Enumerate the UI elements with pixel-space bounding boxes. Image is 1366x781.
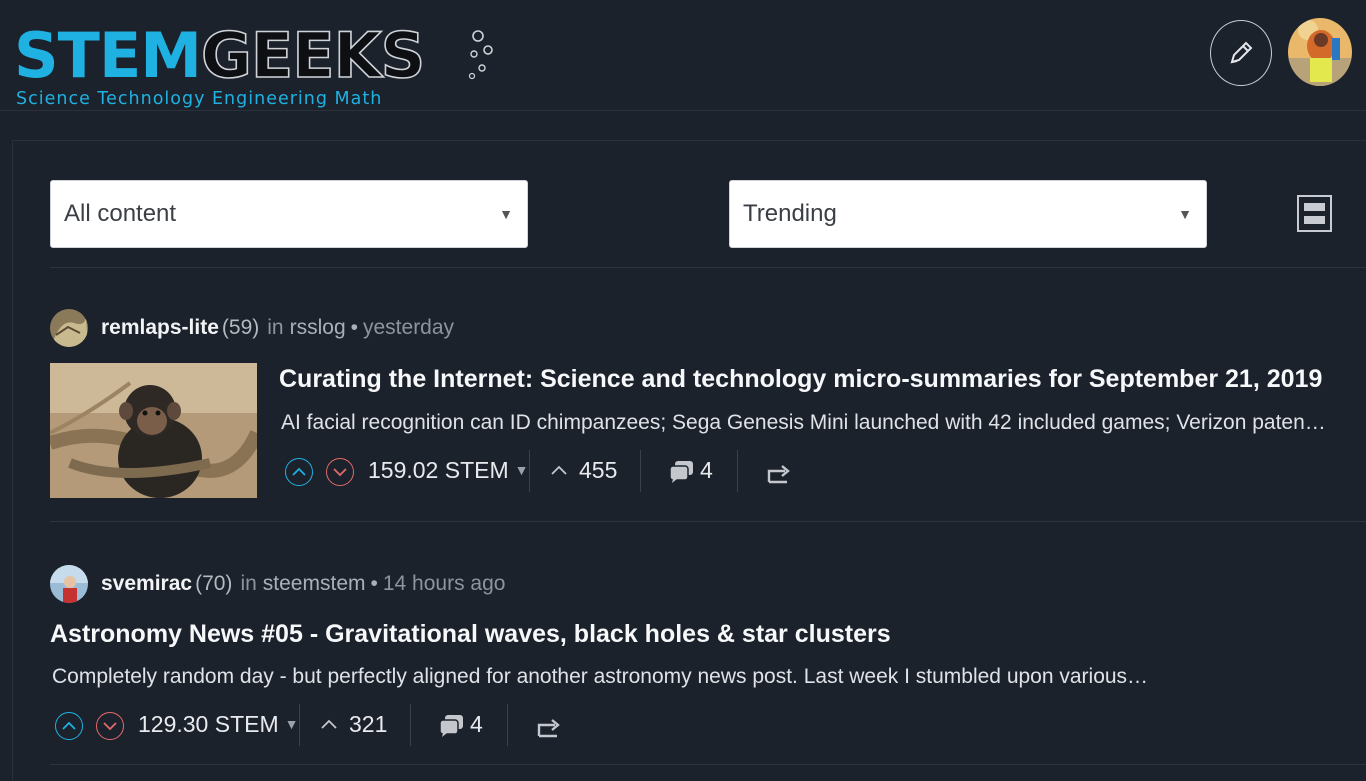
logo-geeks-text: GEEKS	[200, 19, 426, 92]
reblog-icon[interactable]	[767, 462, 791, 484]
author-avatar-image	[50, 565, 88, 603]
community-link[interactable]: rsslog	[290, 316, 346, 340]
post-thumbnail[interactable]	[50, 363, 257, 498]
chevron-down-icon	[103, 722, 117, 731]
divider	[529, 450, 530, 492]
chevron-up-icon	[62, 721, 76, 730]
payout-value[interactable]: 159.02 STEM ▼	[368, 457, 529, 484]
logo-wordmark: STEMGEEKS	[14, 24, 426, 88]
post-summary[interactable]: AI facial recognition can ID chimpanzees…	[281, 411, 1356, 435]
chevron-up-icon	[292, 467, 306, 476]
content-filter-value: All content	[64, 200, 177, 227]
vote-count[interactable]: 455	[579, 457, 617, 484]
divider	[507, 704, 508, 746]
pencil-icon	[1230, 41, 1253, 64]
post-header: svemirac (70) in steemstem • 14 hours ag…	[50, 563, 505, 605]
caret-down-icon: ▼	[284, 716, 299, 732]
site-header: STEMGEEKS Science Technology Engineering…	[0, 0, 1366, 111]
post-header: remlaps-lite (59) in rsslog • yesterday	[50, 307, 454, 349]
vote-count[interactable]: 321	[349, 711, 387, 738]
author-avatar[interactable]	[50, 565, 88, 603]
chevron-down-icon: ▼	[499, 206, 513, 222]
votes-chevron-up-icon	[551, 465, 567, 475]
payout-value[interactable]: 129.30 STEM ▼	[138, 711, 299, 738]
caret-down-icon: ▼	[514, 462, 529, 478]
upvote-button[interactable]	[55, 712, 83, 740]
chevron-down-icon: ▼	[1178, 206, 1192, 222]
layout-list-icon-bar	[1304, 216, 1325, 224]
in-label: in	[267, 316, 284, 339]
payout-amount: 159.02 STEM	[368, 457, 509, 483]
author-reputation: (59)	[221, 316, 260, 339]
sort-value: Trending	[743, 200, 837, 227]
downvote-button[interactable]	[326, 458, 354, 486]
avatar-image	[1288, 18, 1352, 86]
logo-tagline: Science Technology Engineering Math	[16, 89, 383, 109]
post-actions: 129.30 STEM ▼ 321 4	[55, 704, 575, 748]
layout-list-icon	[1304, 203, 1325, 211]
layout-toggle-button[interactable]	[1297, 195, 1332, 232]
comment-count[interactable]: 4	[470, 711, 483, 738]
chimpanzee-thumbnail-image	[50, 363, 257, 498]
divider	[737, 450, 738, 492]
content-filter-select[interactable]: All content ▼	[50, 180, 528, 248]
in-label: in	[240, 572, 257, 595]
votes-chevron-up-icon	[321, 719, 337, 729]
divider	[410, 704, 411, 746]
post-summary[interactable]: Completely random day - but perfectly al…	[52, 665, 1352, 689]
divider	[640, 450, 641, 492]
author-name[interactable]: svemirac	[101, 572, 192, 596]
bubbles-icon	[468, 30, 493, 80]
logo-stem-text: STEM	[14, 19, 202, 92]
divider	[50, 764, 1366, 765]
downvote-button[interactable]	[96, 712, 124, 740]
community-link[interactable]: steemstem	[263, 572, 366, 596]
chevron-down-icon	[333, 468, 347, 477]
divider	[299, 704, 300, 746]
user-avatar[interactable]	[1288, 18, 1352, 86]
create-post-button[interactable]	[1210, 20, 1272, 86]
meta-separator: •	[370, 572, 378, 595]
author-avatar-image	[50, 309, 88, 347]
payout-amount: 129.30 STEM	[138, 711, 279, 737]
comments-icon[interactable]	[439, 714, 465, 738]
post-title[interactable]: Astronomy News #05 - Gravitational waves…	[50, 620, 891, 649]
reblog-icon[interactable]	[537, 716, 561, 738]
post-title[interactable]: Curating the Internet: Science and techn…	[279, 365, 1322, 394]
post-time[interactable]: yesterday	[363, 316, 454, 340]
author-avatar[interactable]	[50, 309, 88, 347]
post-time[interactable]: 14 hours ago	[383, 572, 506, 596]
author-reputation: (70)	[195, 572, 233, 595]
comments-icon[interactable]	[669, 460, 695, 484]
meta-separator: •	[350, 316, 358, 339]
author-name[interactable]: remlaps-lite	[101, 316, 219, 340]
site-logo[interactable]: STEMGEEKS Science Technology Engineering…	[14, 24, 494, 110]
divider	[50, 267, 1366, 268]
upvote-button[interactable]	[285, 458, 313, 486]
post-actions: 159.02 STEM ▼ 455 4	[285, 450, 805, 494]
divider	[50, 521, 1366, 522]
sort-select[interactable]: Trending ▼	[729, 180, 1207, 248]
comment-count[interactable]: 4	[700, 457, 713, 484]
